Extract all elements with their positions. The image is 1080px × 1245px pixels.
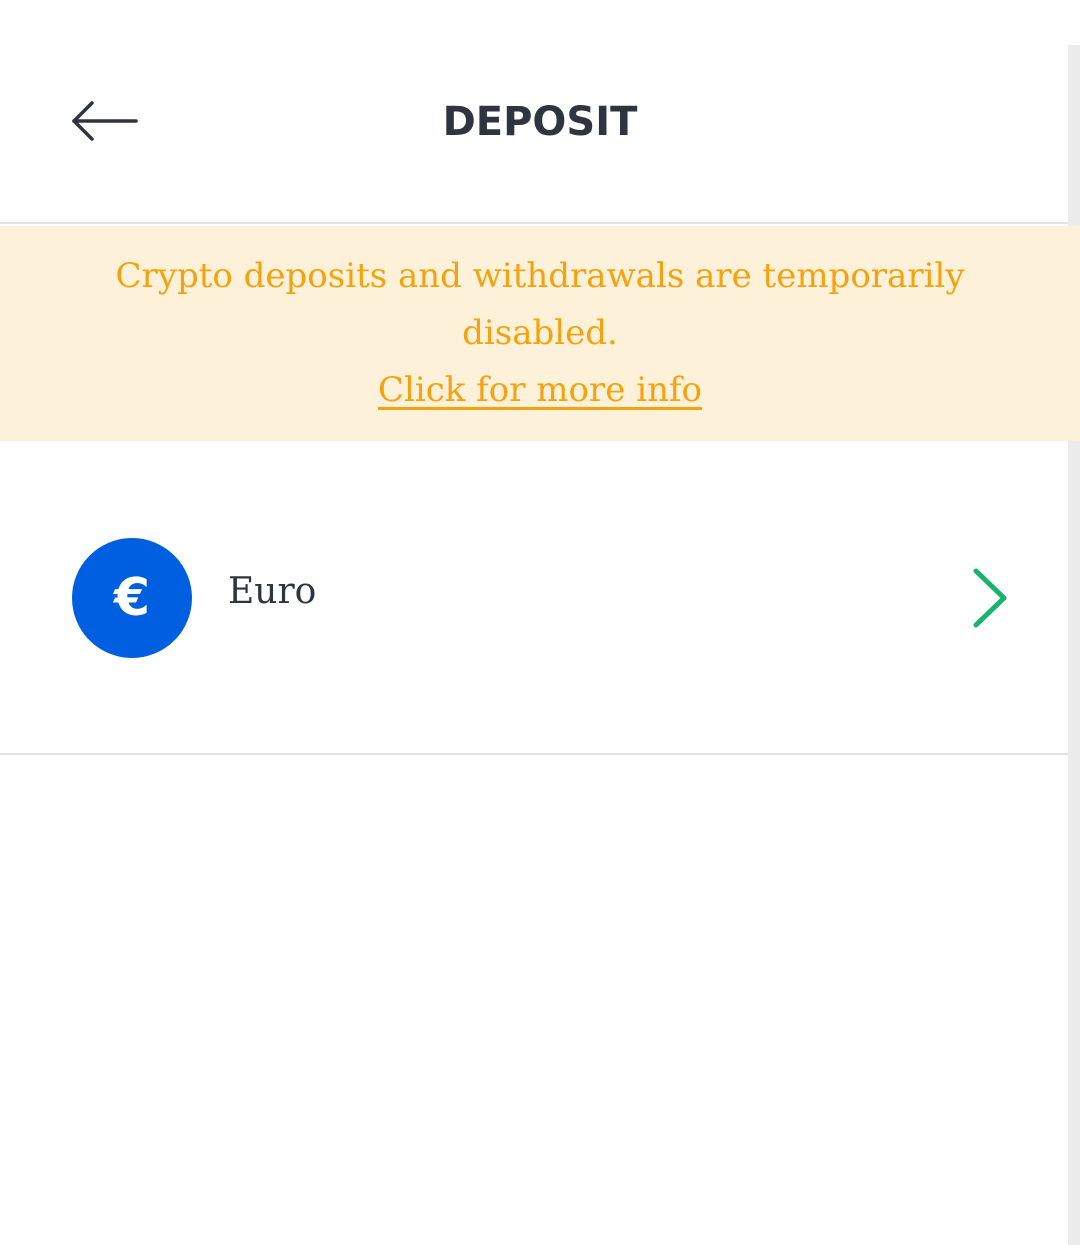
scrollbar[interactable] [1068, 45, 1080, 1245]
chevron-right-icon[interactable] [962, 563, 1014, 633]
currency-row-euro[interactable]: € Euro [0, 441, 1068, 755]
app-header: DEPOSIT [0, 0, 1068, 224]
crypto-disabled-notice: Crypto deposits and withdrawals are temp… [0, 226, 1080, 441]
page-title: DEPOSIT [442, 99, 638, 145]
euro-icon: € [72, 538, 192, 658]
more-info-link[interactable]: Click for more info [378, 362, 702, 419]
notice-message: Crypto deposits and withdrawals are temp… [115, 256, 965, 353]
deposit-screen: DEPOSIT Crypto deposits and withdrawals … [0, 0, 1080, 1245]
currency-name: Euro [228, 571, 317, 612]
